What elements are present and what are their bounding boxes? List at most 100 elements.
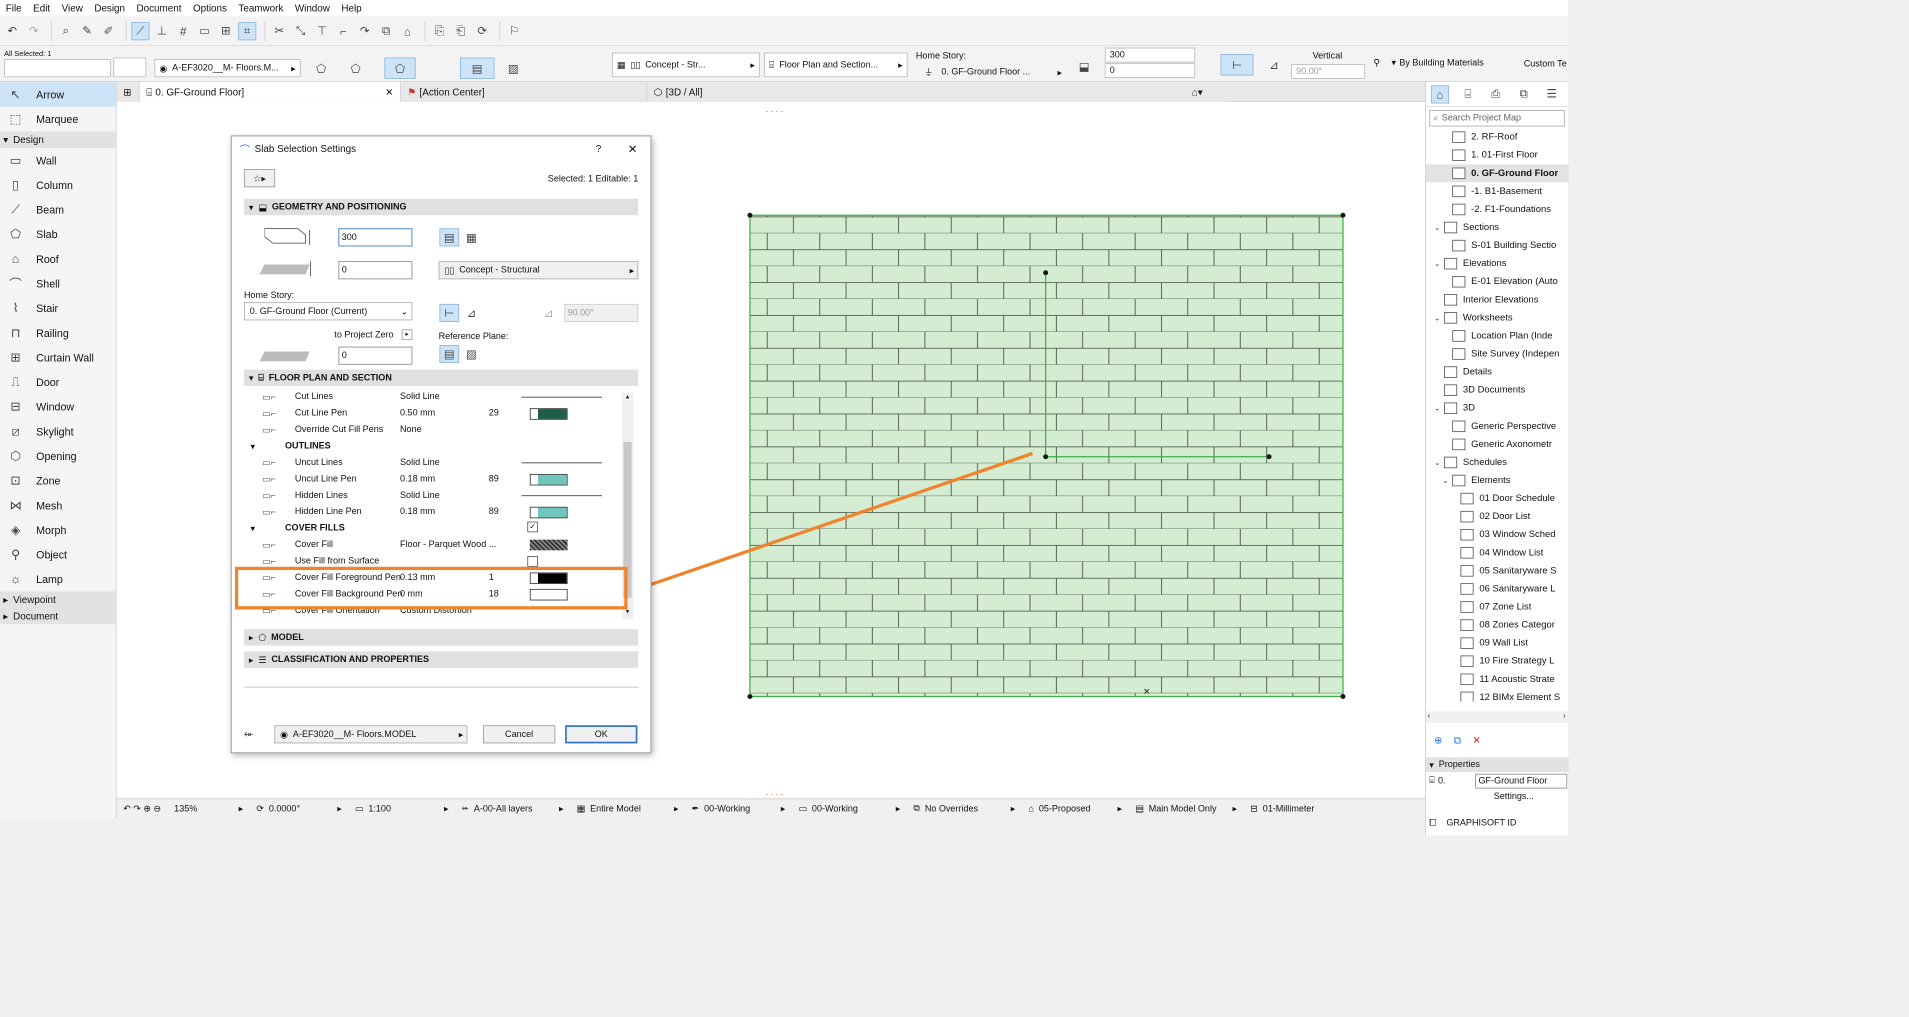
nav-item[interactable]: Details — [1426, 363, 1569, 381]
adjust-icon[interactable]: ⤡ — [292, 22, 310, 40]
tool-morph[interactable]: ◈ Morph — [0, 517, 116, 542]
nav-item[interactable]: 0. GF-Ground Floor — [1425, 164, 1569, 183]
pen-color-swatch[interactable] — [529, 506, 568, 519]
menu-window[interactable]: Window — [289, 2, 336, 13]
layer-dropdown[interactable]: ◉ A-EF3020__M- Floors.MODEL ▸ — [274, 725, 468, 744]
tool-railing[interactable]: ⊓ Railing — [0, 320, 116, 345]
syringe-icon[interactable]: ✐ — [99, 22, 117, 40]
pen-set-value[interactable]: ✒ 00-Working ▸ — [685, 803, 792, 814]
tool-skylight[interactable]: ⧄ Skylight — [0, 419, 116, 444]
slab-view-icon-1[interactable]: ⬠ — [312, 59, 330, 77]
viewpoint-group-header[interactable]: ▸ Viewpoint — [0, 591, 116, 608]
angle-icon[interactable]: ⊿ — [1265, 56, 1283, 74]
nav-item[interactable]: 2. RF-Roof — [1426, 128, 1569, 146]
menu-icon[interactable]: ☰ — [1543, 85, 1561, 103]
section-subheader[interactable]: ▾ OUTLINES — [244, 439, 622, 455]
thickness-input[interactable]: 300 — [1104, 47, 1196, 63]
split-icon[interactable]: ✂ — [270, 22, 288, 40]
floor-plan-section-header[interactable]: ▾ ⌸ FLOOR PLAN AND SECTION — [243, 369, 639, 387]
floor-down-icon[interactable]: ⎗ — [452, 22, 470, 40]
layout-book-icon[interactable]: ⎙ — [1487, 85, 1505, 103]
home-story-select[interactable]: ⏚ 0. GF-Ground Floor ... ▸ — [924, 66, 1062, 79]
vertical-edge-icon[interactable]: ⊢ — [439, 303, 460, 322]
view-set-value[interactable]: ▭ 00-Working ▸ — [792, 803, 907, 814]
tool-stair[interactable]: ⌇ Stair — [0, 296, 116, 321]
help-button[interactable]: ? — [596, 143, 601, 154]
nav-item[interactable]: 10 Fire Strategy L — [1426, 652, 1569, 670]
tool-opening[interactable]: ⬡ Opening — [0, 444, 116, 469]
property-row[interactable]: ▭⌐ Uncut Lines Solid Line — [244, 455, 622, 471]
cover-fill-icon[interactable]: ▨ — [504, 59, 522, 77]
structure-dropdown[interactable]: ▦ ▯▯ Concept - Str... ▸ — [611, 52, 760, 78]
marquee-tool[interactable]: ⬚ Marquee — [0, 107, 116, 132]
offset-input[interactable]: 0 — [338, 261, 413, 280]
tool-slab[interactable]: ⬠ Slab — [0, 222, 116, 247]
add-icon[interactable]: ⊕ — [1434, 734, 1442, 745]
magic-wand-icon[interactable]: ⌗ — [238, 21, 257, 40]
nav-item[interactable]: Interior Elevations — [1426, 291, 1569, 309]
nav-item[interactable]: Generic Axonometr — [1426, 435, 1569, 453]
nav-item[interactable]: 3D Documents — [1426, 381, 1569, 399]
tool-door[interactable]: ⎍ Door — [0, 370, 116, 395]
tab-ground-floor[interactable]: ⌸ 0. GF-Ground Floor] ✕ — [139, 82, 401, 102]
suspend-groups-icon[interactable]: ▭ — [195, 22, 213, 40]
find-select-icon[interactable]: ⌕ — [57, 22, 75, 40]
view-map-icon[interactable]: ⌸ — [1459, 85, 1477, 103]
tool-roof[interactable]: ⌂ Roof — [0, 246, 116, 271]
reference-bottom-icon[interactable]: ▨ — [462, 345, 480, 363]
fillet-icon[interactable]: ⌐ — [334, 22, 352, 40]
geometry-method-box[interactable] — [113, 57, 147, 78]
offset-icon[interactable]: ⧉ — [377, 22, 395, 40]
layers-value[interactable]: ⬰ A-00-All layers ▸ — [455, 803, 570, 814]
property-row[interactable]: ▭⌐ Hidden Line Pen 0.18 mm 89 — [244, 504, 622, 520]
classification-section-header[interactable]: ▸ ☰ CLASSIFICATION AND PROPERTIES — [243, 651, 639, 668]
nav-item[interactable]: 07 Zone List — [1426, 598, 1569, 616]
teamwork-icon[interactable]: ⚐ — [505, 22, 523, 40]
floor-plan-dropdown[interactable]: ⌸ Floor Plan and Section... ▸ — [763, 52, 908, 78]
redo-icon[interactable]: ↷ — [25, 22, 43, 40]
nav-item[interactable]: ⌄ Elements — [1426, 471, 1569, 489]
tool-wall[interactable]: ▭ Wall — [0, 148, 116, 173]
property-row[interactable]: ▭⌐ Uncut Line Pen 0.18 mm 89 — [244, 471, 622, 487]
menu-edit[interactable]: Edit — [27, 2, 55, 13]
delete-icon[interactable]: ✕ — [1472, 734, 1480, 745]
grid-snap-icon[interactable]: # — [174, 22, 192, 40]
undo-zoom-icons[interactable]: ↶ ↷ ⊕ ⊖ — [117, 803, 168, 814]
curve-icon[interactable]: ↷ — [356, 22, 374, 40]
pen-color-swatch[interactable] — [529, 408, 568, 420]
cancel-button[interactable]: Cancel — [482, 725, 556, 744]
layer-dropdown[interactable]: ◉ A-EF3020__M- Floors.M... ▸ — [154, 59, 301, 78]
tool-object[interactable]: ⚲ Object — [0, 542, 116, 567]
nav-item[interactable]: 05 Sanitaryware S — [1426, 562, 1569, 580]
horizontal-scrollbar[interactable]: ‹ › — [1425, 711, 1569, 723]
property-row[interactable]: ▭⌐ Cover Fill Floor - Parquet Wood ... — [244, 537, 622, 553]
menu-help[interactable]: Help — [336, 2, 368, 13]
nav-item[interactable]: 01 Door Schedule — [1426, 490, 1569, 508]
structure-display-value[interactable]: ▤ Main Model Only ▸ — [1129, 803, 1244, 814]
chevron-down-icon[interactable]: ⌄ — [1434, 259, 1444, 268]
slab-view-icon-2[interactable]: ⬠ — [347, 59, 365, 77]
slab-view-icon-3[interactable]: ⬠ — [384, 57, 416, 79]
dimension-value[interactable]: ⊟ 01-Millimeter — [1244, 803, 1343, 814]
3d-window-icon[interactable]: ⟳ — [473, 22, 491, 40]
nav-item[interactable]: 04 Window List — [1426, 544, 1569, 562]
nav-item[interactable]: Location Plan (Inde — [1426, 327, 1569, 345]
nav-item[interactable]: ⌄ 3D — [1426, 399, 1569, 417]
intersect-icon[interactable]: ⊤ — [313, 22, 331, 40]
menu-design[interactable]: Design — [89, 2, 131, 13]
nav-item[interactable]: 11 Acoustic Strate — [1426, 670, 1569, 688]
property-row[interactable]: ▭⌐ Hidden Lines Solid Line — [244, 488, 622, 504]
override-value[interactable]: ⧉ No Overrides ▸ — [907, 803, 1022, 814]
model-view-value[interactable]: ▦ Entire Model ▸ — [570, 803, 685, 814]
tool-shell[interactable]: ⌒ Shell — [0, 271, 116, 296]
favorites-button[interactable]: ☆▸ — [243, 169, 276, 188]
model-section-header[interactable]: ▸ ⬠ MODEL — [243, 629, 639, 646]
tab-3d[interactable]: ⬡ [3D / All] — [647, 82, 1186, 102]
nav-item[interactable]: ⌄ Worksheets — [1426, 309, 1569, 327]
chevron-up-icon[interactable]: ▴ — [622, 393, 633, 404]
nav-item[interactable]: ⌄ Elevations — [1426, 255, 1569, 273]
pen-color-swatch[interactable] — [529, 473, 568, 486]
angle-value[interactable]: ⟳ 0.0000° ▸ — [250, 803, 349, 814]
nav-item[interactable]: Generic Perspective — [1426, 417, 1569, 435]
chevron-down-icon[interactable]: ⌄ — [1434, 223, 1444, 232]
